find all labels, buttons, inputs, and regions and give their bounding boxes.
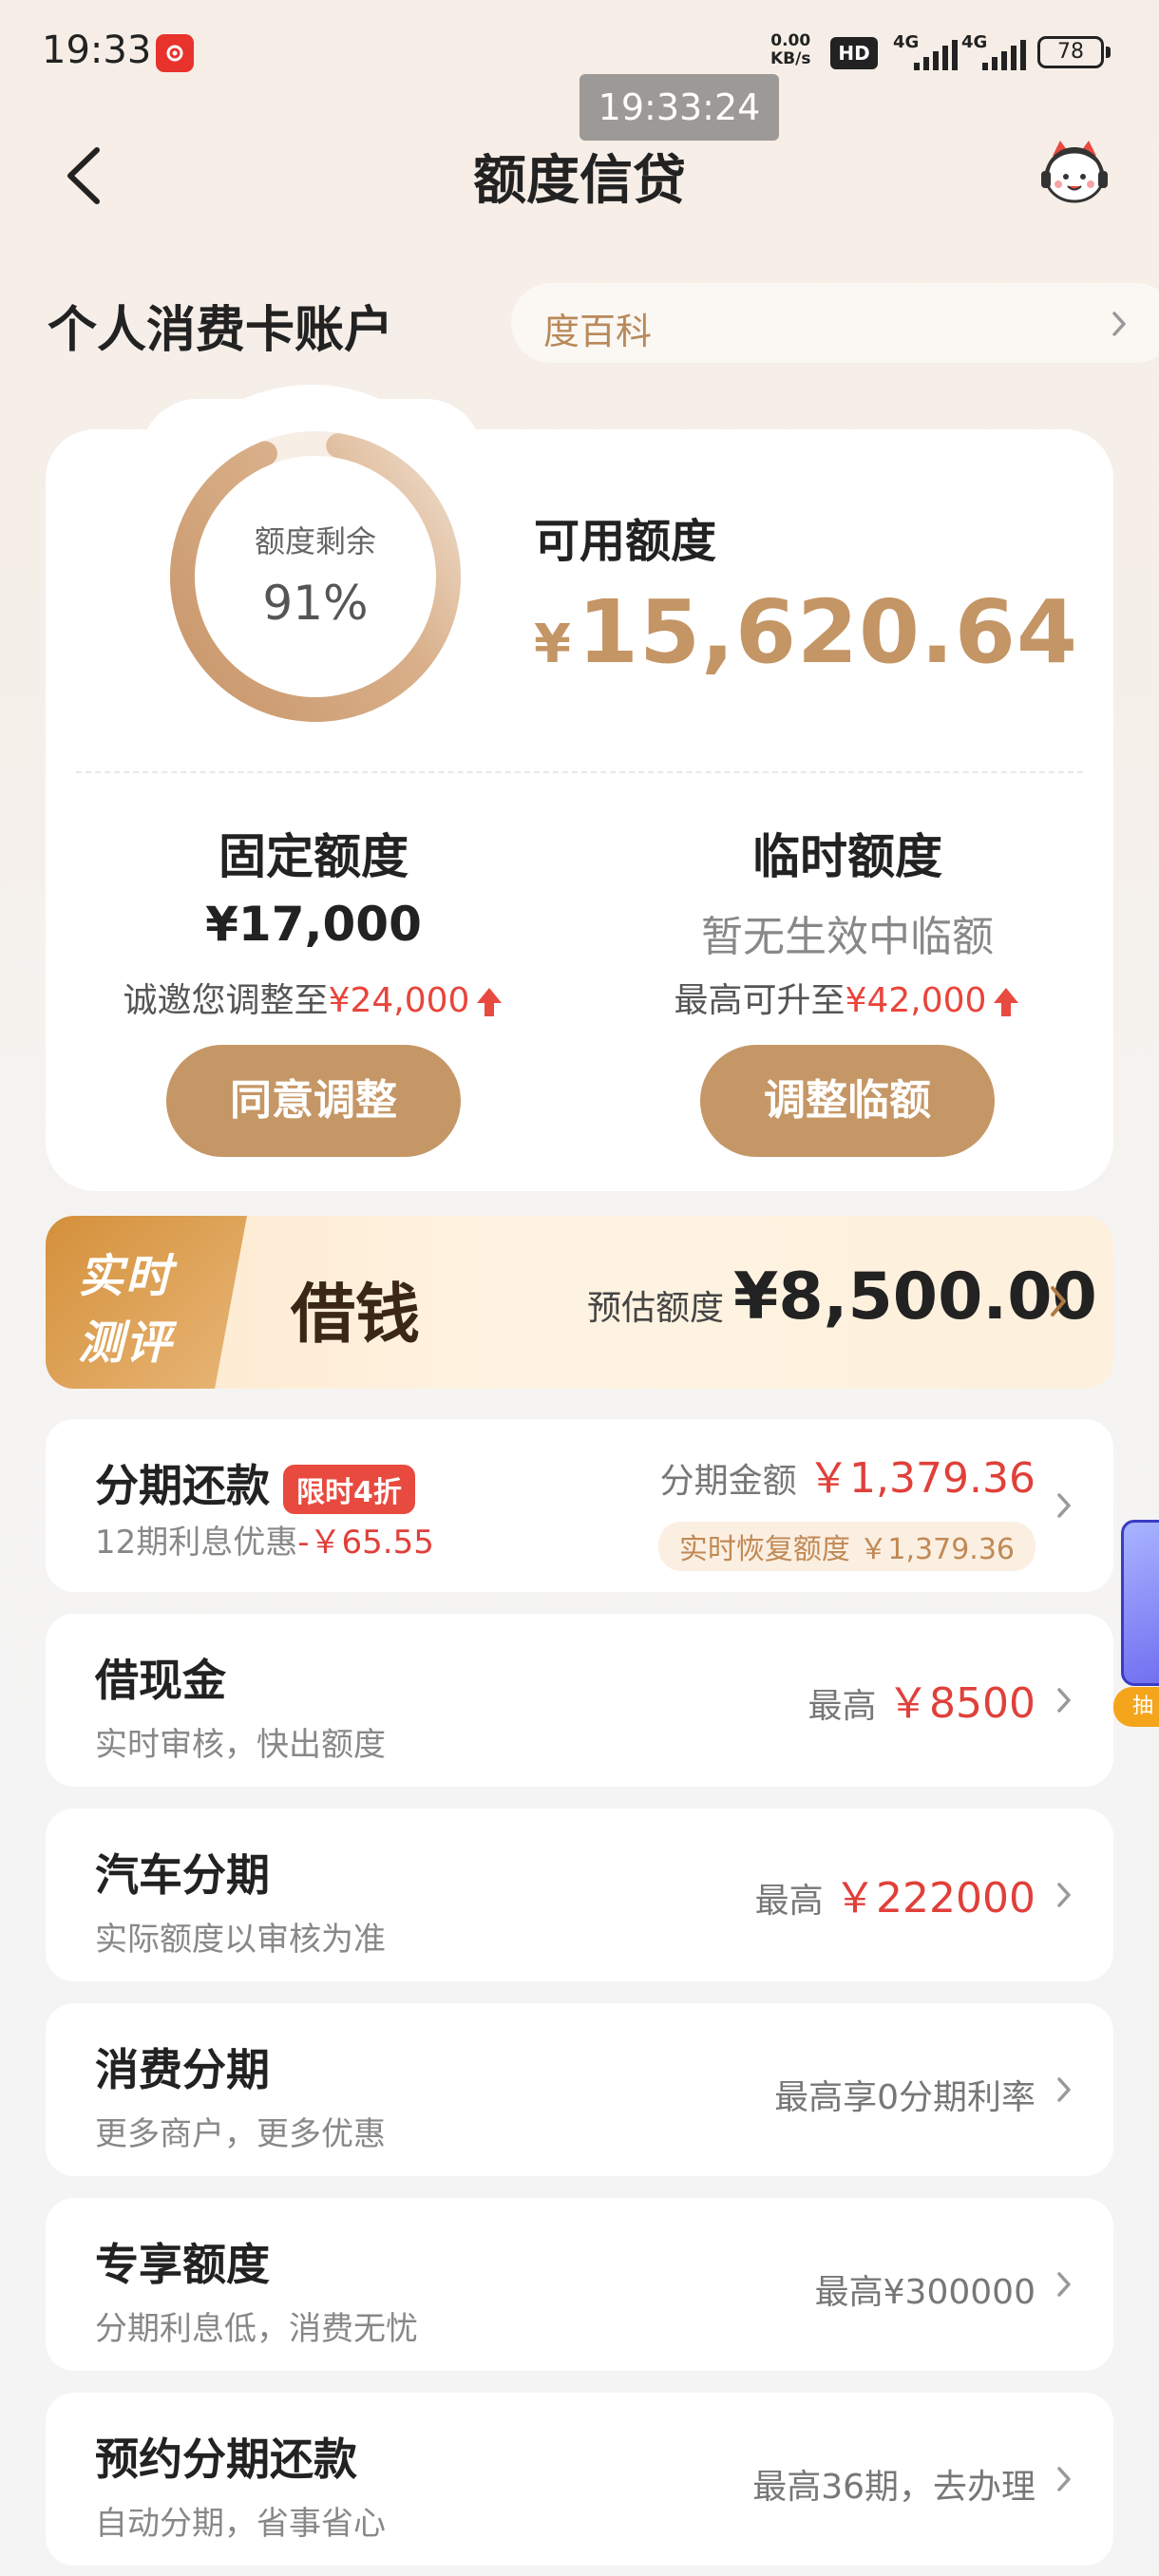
borrow-title: 借钱 [291, 1277, 421, 1353]
divider [76, 771, 1083, 773]
list-item-consumer-installment[interactable]: 消费分期 更多商户，更多优惠 最高享0分期利率 [46, 2003, 1113, 2176]
page-title: 额度信贷 [473, 150, 686, 212]
temp-quota-title: 临时额度 [752, 829, 942, 884]
arrow-up-icon [477, 988, 503, 1016]
ring-percent: 91% [262, 576, 369, 631]
arrow-up-icon [994, 988, 1019, 1016]
temp-max-amount: ¥42,000 [845, 981, 987, 1020]
list-item-value: 最高享0分期利率 [774, 2078, 1036, 2117]
available-amount-value: 15,620.64 [577, 581, 1078, 683]
fixed-quota-invite: 诚邀您调整至¥24,000 [48, 973, 580, 1022]
account-title: 个人消费卡账户 [48, 302, 394, 359]
temp-quota-max: 最高可升至¥42,000 [581, 973, 1113, 1022]
list-item-subtitle: 12期利息优惠-￥65.55 [95, 1524, 434, 1562]
realtime-eval-tag: 实时 测评 [46, 1216, 247, 1389]
chevron-right-icon [1057, 2077, 1071, 2102]
list-item-installment-repay[interactable]: 分期还款 限时4折 12期利息优惠-￥65.55 分期金额 ￥1,379.36 实… [46, 1419, 1113, 1592]
ring-label: 额度剩余 [254, 523, 376, 559]
list-item-scheduled-repay[interactable]: 预约分期还款 自动分期，省事省心 最高36期，去办理 [46, 2393, 1113, 2566]
list-item-value: 最高¥300000 [814, 2273, 1036, 2312]
fixed-target-amount: ¥24,000 [328, 981, 470, 1020]
dubaike-link[interactable]: 度百科 [511, 283, 1159, 363]
phone-prize-icon [1121, 1520, 1159, 1686]
list-item-subtitle: 分期利息低，消费无忧 [95, 2310, 418, 2348]
list-item-subtitle: 更多商户，更多优惠 [95, 2115, 386, 2153]
recover-quota-tag: 实时恢复额度 ￥1,379.36 [657, 1522, 1036, 1571]
agree-adjust-button[interactable]: 同意调整 [166, 1045, 461, 1157]
available-label: 可用额度 [534, 515, 717, 568]
notification-app-icon [156, 34, 194, 72]
signal-icon: 4G [893, 32, 969, 70]
list-item-value: 最高 ￥8500 [808, 1679, 1036, 1728]
net-speed: 0.00 KB/s [770, 31, 811, 68]
discount-badge: 限时4折 [283, 1464, 415, 1514]
list-item-title: 分期还款 限时4折 [95, 1451, 415, 1514]
list-item-subtitle: 自动分期，省事省心 [95, 2505, 386, 2543]
mascot-service-icon [1041, 141, 1108, 203]
chevron-right-icon [1057, 1493, 1071, 1518]
battery-icon: 78 [1037, 36, 1111, 68]
borrow-banner[interactable]: 实时 测评 借钱 预估额度 ¥8,500.00 [46, 1216, 1113, 1389]
list-item-value: 最高36期，去办理 [752, 2468, 1036, 2507]
adjust-temp-quota-button[interactable]: 调整临额 [700, 1045, 995, 1157]
list-item-title: 汽车分期 [95, 1849, 270, 1901]
list-item-cash-loan[interactable]: 借现金 实时审核，快出额度 最高 ￥8500 [46, 1614, 1113, 1787]
installment-amount: 分期金额 ￥1,379.36 [659, 1454, 1036, 1503]
estimate-amount: ¥8,500.00 [733, 1260, 1097, 1335]
list-item-value: 最高 ￥222000 [754, 1874, 1036, 1923]
fixed-quota-title: 固定额度 [218, 829, 408, 884]
chevron-right-icon [1057, 1688, 1071, 1713]
status-time: 19:33 [42, 28, 152, 72]
dubaike-label: 度百科 [543, 311, 653, 352]
hd-voice-icon: HD [830, 37, 878, 69]
estimate-label: 预估额度 [587, 1289, 725, 1328]
list-item-exclusive-quota[interactable]: 专享额度 分期利息低，消费无忧 最高¥300000 [46, 2198, 1113, 2371]
list-item-title: 专享额度 [95, 2239, 270, 2290]
chevron-right-icon [1112, 312, 1126, 336]
list-item-car-installment[interactable]: 汽车分期 实际额度以审核为准 最高 ￥222000 [46, 1809, 1113, 1981]
fixed-quota-value: ¥17,000 [205, 897, 422, 952]
lottery-tag: 抽 [1113, 1687, 1159, 1727]
list-item-title: 消费分期 [95, 2044, 270, 2095]
floating-promo-widget[interactable]: 抽 [1113, 1520, 1159, 1727]
available-amount: ¥15,620.64 [534, 581, 1078, 683]
currency-symbol: ¥ [534, 614, 572, 675]
list-item-title: 借现金 [95, 1655, 226, 1706]
chevron-right-icon [1051, 1286, 1066, 1316]
interest-discount: -￥65.55 [297, 1524, 434, 1562]
temp-quota-value: 暂无生效中临额 [701, 913, 994, 961]
list-item-subtitle: 实际额度以审核为准 [95, 1921, 386, 1959]
chevron-right-icon [1057, 1883, 1071, 1907]
chevron-right-icon [1057, 2272, 1071, 2297]
time-overlay: 19:33:24 [580, 74, 779, 141]
chevron-right-icon [1057, 2467, 1071, 2491]
list-item-subtitle: 实时审核，快出额度 [95, 1726, 386, 1764]
signal-icon: 4G [961, 32, 1037, 70]
list-item-title: 预约分期还款 [95, 2434, 357, 2485]
customer-service-button[interactable] [1034, 139, 1115, 211]
